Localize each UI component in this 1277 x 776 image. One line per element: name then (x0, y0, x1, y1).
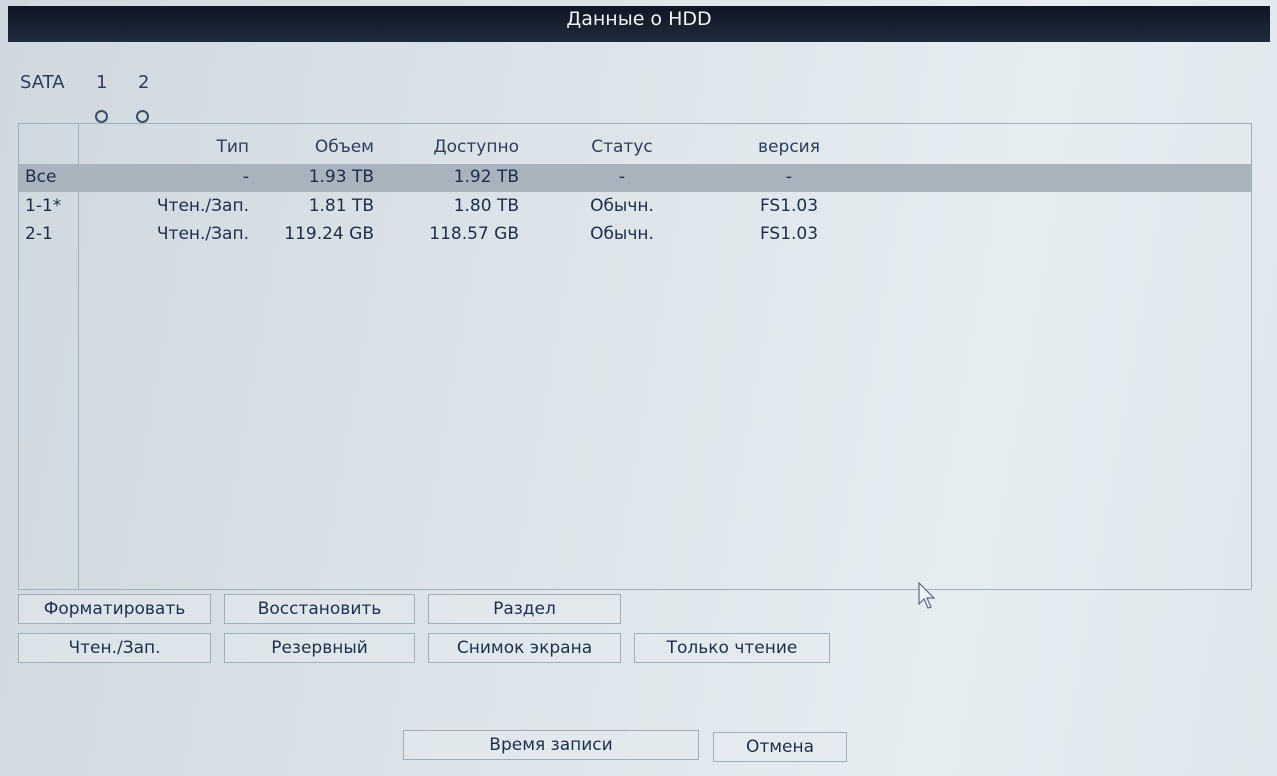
header-available: Доступно (433, 137, 519, 157)
format-button[interactable]: Форматировать (18, 594, 211, 624)
read-only-button[interactable]: Только чтение (634, 633, 830, 663)
row-type: Чтен./Зап. (156, 196, 249, 216)
table-row[interactable]: 1-1* Чтен./Зап. 1.81 TB 1.80 TB Обычн. F… (19, 193, 1251, 221)
sata-label: SATA (20, 72, 65, 93)
sata-port-2-indicator-icon (136, 110, 149, 123)
row-available: 1.80 TB (453, 196, 519, 216)
header-status: Статус (591, 137, 653, 157)
read-write-button[interactable]: Чтен./Зап. (18, 633, 211, 663)
row-status: Обычн. (590, 196, 654, 216)
header-version: версия (758, 137, 820, 157)
row-status: Обычн. (590, 224, 654, 244)
sata-port-1-indicator-icon (95, 110, 108, 123)
table-row-all[interactable]: Все - 1.93 TB 1.92 TB - - (19, 164, 1251, 192)
row-version: - (785, 167, 793, 187)
backup-button[interactable]: Резервный (224, 633, 415, 663)
cancel-button[interactable]: Отмена (713, 732, 847, 762)
row-version: FS1.03 (759, 224, 819, 244)
row-status: - (618, 167, 626, 187)
sata-port-2-label: 2 (138, 72, 150, 93)
header-capacity: Объем (314, 137, 374, 157)
record-time-button[interactable]: Время записи (403, 730, 699, 760)
table-row[interactable]: 2-1 Чтен./Зап. 119.24 GB 118.57 GB Обычн… (19, 221, 1251, 249)
snapshot-button[interactable]: Снимок экрана (428, 633, 621, 663)
row-id: Все (25, 167, 57, 187)
row-version: FS1.03 (759, 196, 819, 216)
row-type: Чтен./Зап. (156, 224, 249, 244)
hdd-table: Тип Объем Доступно Статус версия Все - 1… (18, 123, 1252, 590)
hdd-info-screen: Данные о HDD SATA 1 2 Тип Объем Доступно… (0, 0, 1277, 776)
row-capacity: 1.93 TB (308, 167, 374, 187)
mouse-pointer-icon (918, 581, 936, 609)
window-title: Данные о HDD (8, 6, 1270, 42)
row-id: 2-1 (25, 224, 53, 244)
row-capacity: 119.24 GB (284, 224, 374, 244)
row-type: - (242, 167, 249, 187)
sata-port-1-label: 1 (96, 72, 108, 93)
row-capacity: 1.81 TB (308, 196, 374, 216)
row-id: 1-1* (25, 196, 62, 216)
header-type: Тип (216, 137, 249, 157)
row-available: 1.92 TB (453, 167, 519, 187)
row-available: 118.57 GB (429, 224, 519, 244)
partition-button[interactable]: Раздел (428, 594, 621, 624)
restore-button[interactable]: Восстановить (224, 594, 415, 624)
